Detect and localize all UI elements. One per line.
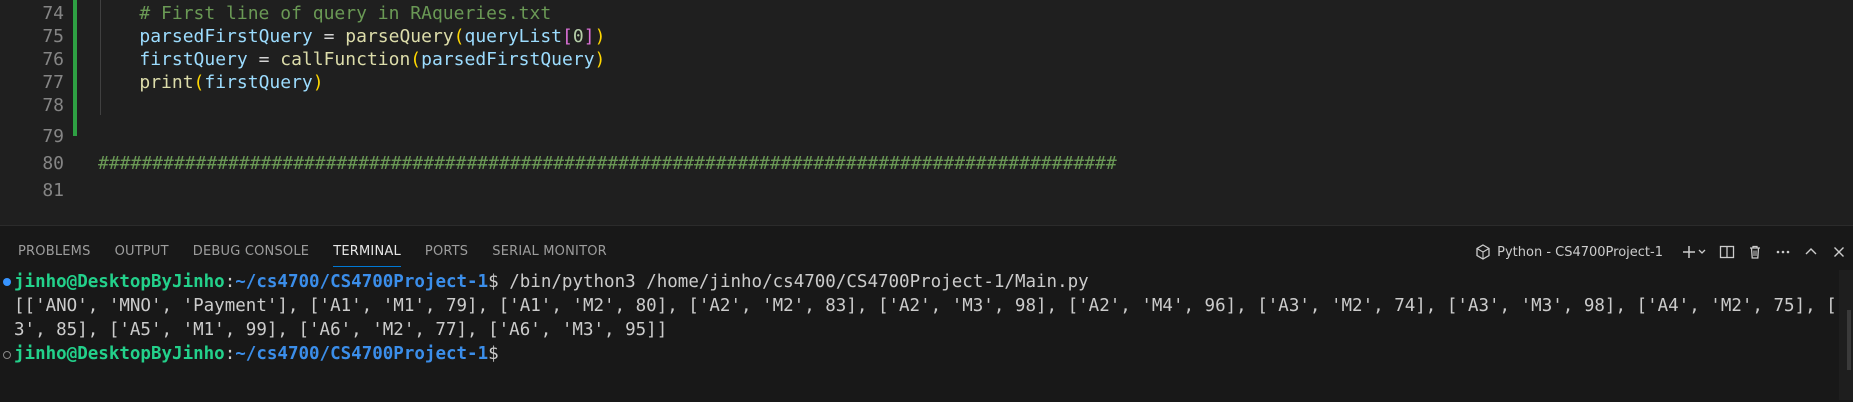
line-number-78: 78 <box>42 95 64 116</box>
token-arg: firstQuery <box>204 72 313 93</box>
terminal-profile-name: Python - CS4700Project-1 <box>1497 244 1663 260</box>
tab-debug-console[interactable]: DEBUG CONSOLE <box>193 240 309 266</box>
token-bracket: [ <box>562 26 573 47</box>
prompt-symbol: $ <box>488 344 499 364</box>
code-line-80[interactable]: ########################################… <box>98 150 1117 177</box>
prompt-symbol: $ <box>488 272 499 292</box>
token-var: firstQuery <box>139 49 248 70</box>
terminal-output[interactable]: jinho@DesktopByJinho:~/cs4700/CS4700Proj… <box>0 270 1853 400</box>
ellipsis-icon <box>1776 250 1790 254</box>
terminal-output-line-1: [['ANO', 'MNO', 'Payment'], ['A1', 'M1',… <box>14 296 1853 316</box>
prompt-separator: : <box>224 344 236 364</box>
trash-icon <box>1750 245 1760 259</box>
token-paren: ( <box>453 26 465 47</box>
line-number-81: 81 <box>42 180 64 201</box>
plus-icon <box>1683 246 1695 258</box>
more-actions-button[interactable] <box>1775 244 1791 260</box>
tab-terminal[interactable]: TERMINAL <box>333 240 401 267</box>
bottom-panel: PROBLEMS OUTPUT DEBUG CONSOLE TERMINAL P… <box>0 225 1853 402</box>
tab-problems[interactable]: PROBLEMS <box>18 240 91 266</box>
prompt-user: jinho@DesktopByJinho <box>14 272 225 292</box>
tab-serial-monitor[interactable]: SERIAL MONITOR <box>492 240 607 266</box>
prompt-path: ~/cs4700/CS4700Project-1 <box>235 344 489 364</box>
git-modified-indicator[interactable] <box>73 0 77 136</box>
terminal-command-line: jinho@DesktopByJinho:~/cs4700/CS4700Proj… <box>14 270 1089 294</box>
line-number-80: 80 <box>42 153 64 174</box>
scrollbar-thumb[interactable] <box>1847 310 1851 370</box>
python-terminal-icon <box>1476 244 1490 260</box>
close-panel-button[interactable] <box>1831 244 1847 260</box>
token-fn: callFunction <box>280 49 411 70</box>
command-decoration[interactable] <box>3 351 11 359</box>
token-arg: queryList <box>464 26 563 47</box>
token-arg: parsedFirstQuery <box>421 49 595 70</box>
token-paren: ( <box>410 49 422 70</box>
token-paren: ) <box>594 26 606 47</box>
token-paren: ) <box>594 49 606 70</box>
chevron-down-icon[interactable] <box>1697 244 1707 260</box>
token-bracket: ] <box>583 26 595 47</box>
chevron-up-icon <box>1805 248 1817 255</box>
token-paren: ) <box>312 72 324 93</box>
panel-actions: Python - CS4700Project-1 <box>1475 238 1847 266</box>
tab-ports[interactable]: PORTS <box>425 240 468 266</box>
terminal-output-line-2: 3', 85], ['A5', 'M1', 99], ['A6', 'M2', … <box>14 320 668 340</box>
close-icon <box>1834 247 1844 257</box>
terminal-command: /bin/python3 /home/jinho/cs4700/CS4700Pr… <box>498 272 1089 292</box>
line-number-79: 79 <box>42 126 64 147</box>
token-op: = <box>247 49 281 70</box>
new-terminal-button[interactable] <box>1681 244 1707 260</box>
terminal-scrollbar[interactable] <box>1839 270 1853 400</box>
code-editor[interactable]: 74 75 76 77 78 79 80 81 # First line of … <box>0 0 1853 225</box>
maximize-panel-button[interactable] <box>1803 244 1819 260</box>
code-line-77[interactable]: print(firstQuery) <box>96 69 324 96</box>
command-success-decoration[interactable] <box>3 278 11 286</box>
prompt-path: ~/cs4700/CS4700Project-1 <box>235 272 489 292</box>
token-paren: ( <box>193 72 205 93</box>
terminal-prompt-line: jinho@DesktopByJinho:~/cs4700/CS4700Proj… <box>14 342 499 366</box>
token-fn: print <box>139 72 194 93</box>
tab-output[interactable]: OUTPUT <box>115 240 169 266</box>
prompt-separator: : <box>224 272 236 292</box>
token-fn: parseQuery <box>345 26 454 47</box>
prompt-user: jinho@DesktopByJinho <box>14 344 225 364</box>
panel-tabs: PROBLEMS OUTPUT DEBUG CONSOLE TERMINAL P… <box>18 240 631 268</box>
split-terminal-button[interactable] <box>1719 244 1735 260</box>
terminal-profile-selector[interactable]: Python - CS4700Project-1 <box>1475 244 1663 260</box>
token-num: 0 <box>572 26 584 47</box>
token-var: parsedFirstQuery <box>139 26 313 47</box>
token-op: = <box>312 26 346 47</box>
kill-terminal-button[interactable] <box>1747 244 1763 260</box>
split-icon <box>1719 245 1735 259</box>
